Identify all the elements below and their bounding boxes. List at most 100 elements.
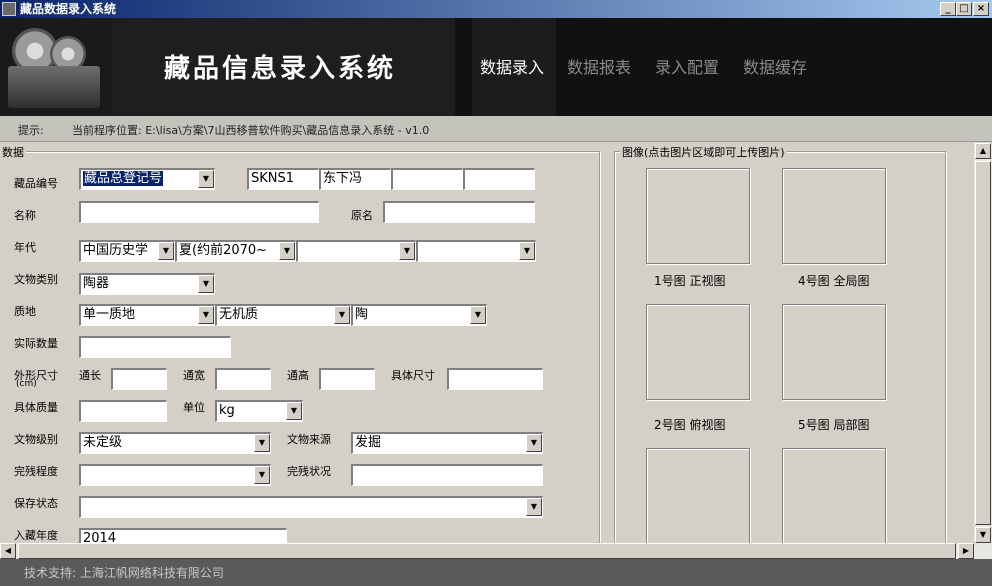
banner: 藏品信息录入系统 — [112, 18, 455, 116]
condition-field[interactable] — [351, 464, 543, 486]
label-length: 通长 — [79, 369, 101, 382]
footer: 技术支持: 上海江帆网络科技有限公司 — [0, 559, 992, 586]
era-select-4[interactable]: ▼ — [416, 240, 536, 262]
completeness-select[interactable]: ▼ — [79, 464, 271, 486]
material-value-1: 单一质地 — [83, 307, 136, 322]
image-slot-5[interactable] — [782, 304, 886, 400]
category-select[interactable]: 陶器 ▼ — [79, 273, 215, 295]
material-value-2: 无机质 — [219, 307, 259, 322]
code-field-3[interactable] — [391, 168, 463, 190]
unit-value: kg — [219, 403, 235, 418]
category-value: 陶器 — [83, 276, 110, 291]
label-condition: 完残状况 — [287, 465, 331, 478]
scroll-up-icon[interactable]: ▲ — [975, 143, 991, 159]
collection-type-value: 藏品总登记号 — [83, 171, 164, 186]
code-field-4[interactable] — [463, 168, 535, 190]
source-select[interactable]: 发掘 ▼ — [351, 432, 543, 454]
chevron-down-icon: ▼ — [519, 242, 535, 260]
main-content: 数据 藏品编号 藏品总登记号 ▼ SKNS1 东下冯 名称 原名 年代 中国历史… — [0, 143, 992, 543]
chevron-down-icon: ▼ — [279, 242, 295, 260]
close-button[interactable]: × — [973, 2, 989, 16]
collection-type-select[interactable]: 藏品总登记号 ▼ — [79, 168, 215, 190]
banner-title: 藏品信息录入系统 — [164, 54, 397, 84]
chevron-down-icon: ▼ — [334, 306, 350, 324]
image-group-legend: 图像(点击图片区域即可上传图片) — [620, 144, 787, 160]
label-grade: 文物级别 — [14, 433, 58, 446]
era-select-2[interactable]: 夏(约前2070~ ▼ — [175, 240, 296, 262]
mass-field[interactable] — [79, 400, 167, 422]
nav-data-cache[interactable]: 数据缓存 — [743, 54, 807, 78]
material-select-1[interactable]: 单一质地 ▼ — [79, 304, 215, 326]
image-slot-2[interactable] — [646, 304, 750, 400]
label-mass: 具体质量 — [14, 401, 58, 414]
hint-bar: 提示: 当前程序位置: E:\lisa\方案\7山西移普软件购买\藏品信息录入系… — [0, 116, 992, 142]
chevron-down-icon: ▼ — [254, 466, 270, 484]
minimize-button[interactable]: _ — [940, 2, 956, 16]
chevron-down-icon: ▼ — [158, 242, 174, 260]
vertical-scroll-thumb[interactable] — [975, 161, 991, 525]
length-field[interactable] — [111, 368, 167, 390]
material-select-2[interactable]: 无机质 ▼ — [215, 304, 351, 326]
image-caption-4: 4号图 全局图 — [798, 274, 870, 288]
scroll-down-icon[interactable]: ▼ — [975, 527, 991, 543]
preservation-select[interactable]: ▼ — [79, 496, 543, 518]
label-height: 通高 — [287, 369, 309, 382]
label-source: 文物来源 — [287, 433, 331, 446]
scroll-right-icon[interactable]: ▶ — [958, 543, 974, 559]
chevron-down-icon: ▼ — [198, 306, 214, 324]
data-group-legend: 数据 — [0, 144, 26, 160]
nav-data-entry[interactable]: 数据录入 — [480, 54, 544, 78]
unit-select[interactable]: kg ▼ — [215, 400, 303, 422]
specific-size-field[interactable] — [447, 368, 543, 390]
app-header: 藏品信息录入系统 数据录入 数据报表 录入配置 数据缓存 — [0, 18, 992, 116]
chevron-down-icon: ▼ — [286, 402, 302, 420]
acquisition-year-field[interactable]: 2014 — [79, 528, 287, 543]
horizontal-scroll-thumb[interactable] — [18, 543, 956, 559]
chevron-down-icon: ▼ — [254, 434, 270, 452]
grade-select[interactable]: 未定级 ▼ — [79, 432, 271, 454]
image-caption-1: 1号图 正视图 — [654, 274, 726, 288]
label-specific-size: 具体尺寸 — [391, 369, 435, 382]
name-field[interactable] — [79, 201, 319, 223]
image-slot-4[interactable] — [782, 168, 886, 264]
chevron-down-icon: ▼ — [526, 434, 542, 452]
maximize-button[interactable]: □ — [956, 2, 972, 16]
image-slot-1[interactable] — [646, 168, 750, 264]
label-quantity: 实际数量 — [14, 337, 58, 350]
era-select-1[interactable]: 中国历史学 ▼ — [79, 240, 175, 262]
era-select-3[interactable]: ▼ — [296, 240, 416, 262]
original-name-field[interactable] — [383, 201, 535, 223]
image-caption-2: 2号图 俯视图 — [654, 418, 726, 432]
quantity-field[interactable] — [79, 336, 231, 358]
code-prefix-field[interactable]: SKNS1 — [247, 168, 319, 190]
height-field[interactable] — [319, 368, 375, 390]
label-width: 通宽 — [183, 369, 205, 382]
program-path: 当前程序位置: E:\lisa\方案\7山西移普软件购买\藏品信息录入系统 - … — [72, 124, 430, 137]
image-slot-6[interactable] — [782, 448, 886, 543]
chevron-down-icon: ▼ — [526, 498, 542, 516]
label-collection-no: 藏品编号 — [14, 177, 58, 190]
code-place-field[interactable]: 东下冯 — [319, 168, 391, 190]
chevron-down-icon: ▼ — [198, 275, 214, 293]
label-preservation: 保存状态 — [14, 497, 58, 510]
source-value: 发掘 — [355, 435, 382, 450]
label-category: 文物类别 — [14, 273, 58, 286]
era-value-2: 夏(约前2070~ — [179, 243, 268, 258]
chevron-down-icon: ▼ — [470, 306, 486, 324]
label-original-name: 原名 — [351, 209, 373, 222]
material-select-3[interactable]: 陶 ▼ — [351, 304, 487, 326]
width-field[interactable] — [215, 368, 271, 390]
grade-value: 未定级 — [83, 435, 123, 450]
label-unit: 单位 — [183, 401, 205, 414]
vertical-scrollbar[interactable]: ▲ ▼ — [974, 143, 992, 543]
footer-support-text: 技术支持: 上海江帆网络科技有限公司 — [24, 566, 224, 580]
scroll-left-icon[interactable]: ◀ — [0, 543, 16, 559]
nav-entry-config[interactable]: 录入配置 — [655, 54, 719, 78]
horizontal-scrollbar[interactable]: ◀ ▶ — [0, 543, 992, 559]
image-slot-3[interactable] — [646, 448, 750, 543]
label-dimensions-unit: (cm) — [16, 379, 37, 389]
label-material: 质地 — [14, 305, 36, 318]
material-value-3: 陶 — [355, 307, 369, 322]
label-completeness: 完残程度 — [14, 465, 58, 478]
nav-data-report[interactable]: 数据报表 — [567, 54, 631, 78]
